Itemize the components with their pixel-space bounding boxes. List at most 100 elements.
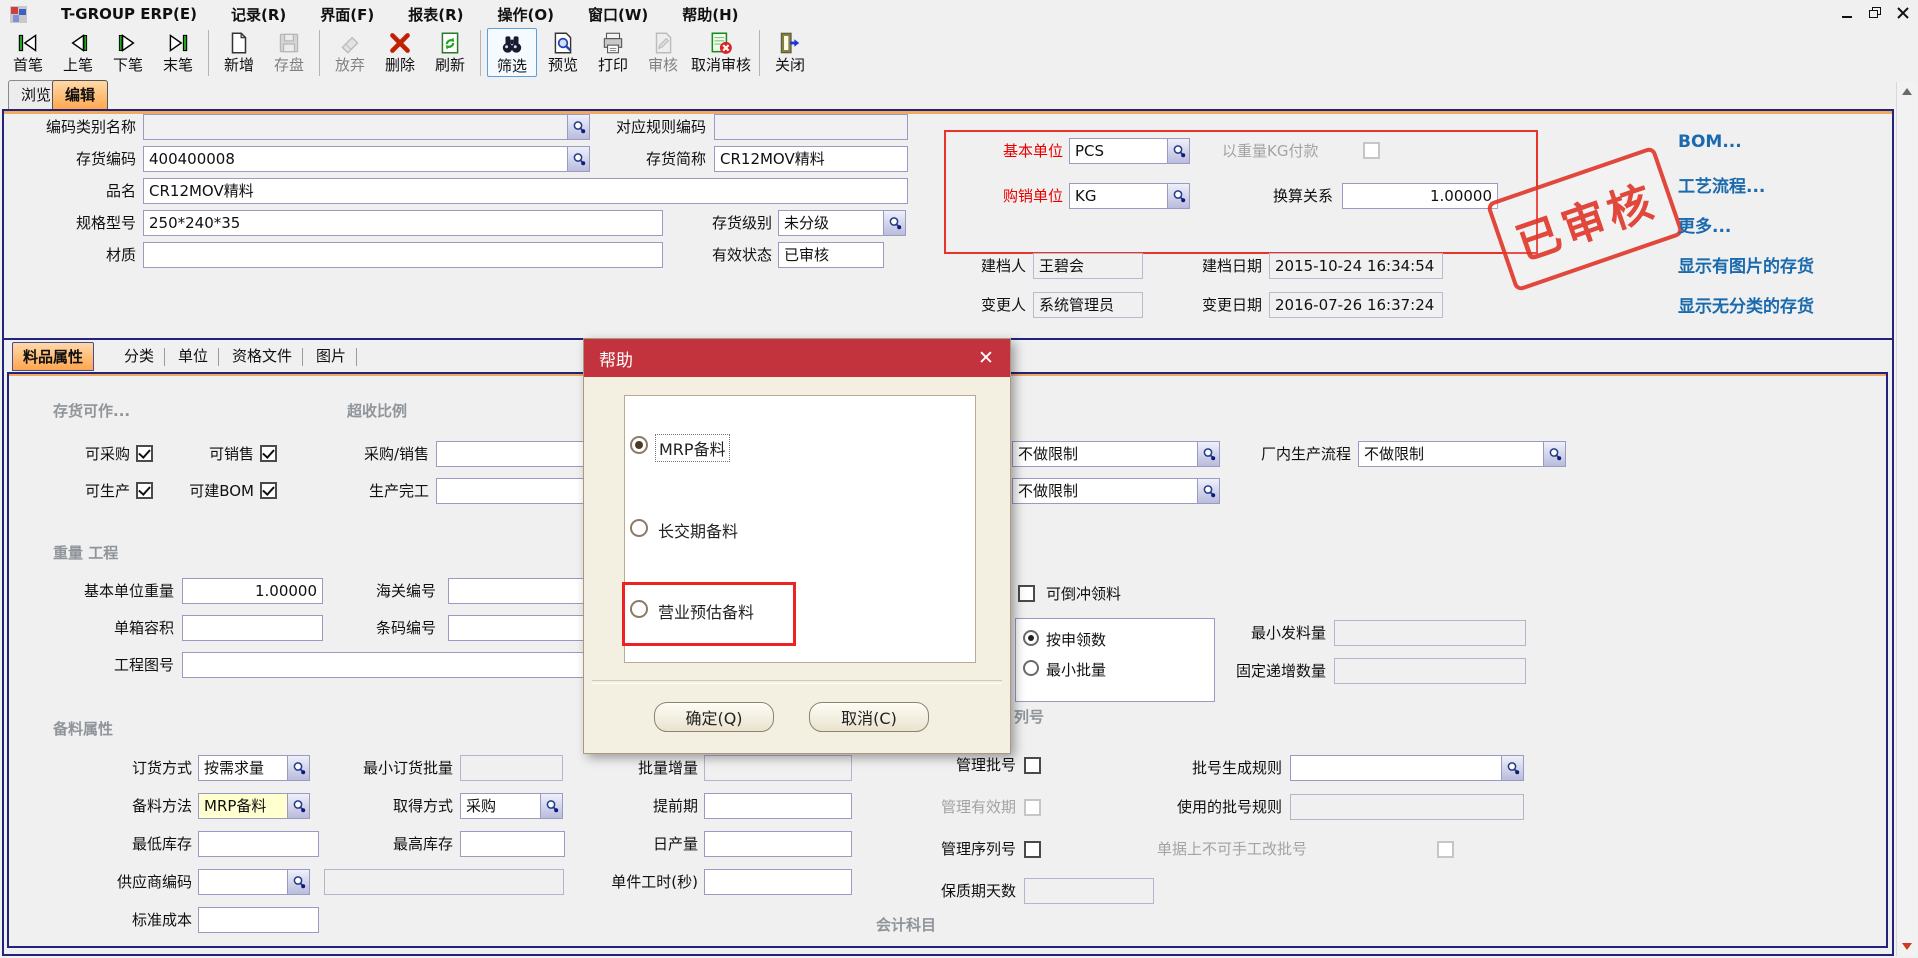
lookup-icon[interactable] bbox=[1197, 479, 1219, 503]
link-more[interactable]: 更多... bbox=[1678, 212, 1731, 237]
help-dialog-titlebar[interactable]: 帮助 bbox=[584, 339, 1010, 377]
lookup-icon[interactable] bbox=[1167, 184, 1189, 208]
sellable-checkbox[interactable] bbox=[260, 445, 277, 462]
menu-operation[interactable]: 操作(O) bbox=[498, 4, 554, 25]
subtab-item-attributes[interactable]: 料品属性 bbox=[12, 342, 94, 371]
item-code-field[interactable]: 400400008 bbox=[143, 146, 590, 172]
option-mrp-radio[interactable] bbox=[630, 436, 648, 454]
delete-x-icon bbox=[387, 29, 413, 57]
lookup-icon[interactable] bbox=[1167, 139, 1189, 163]
lookup-icon[interactable] bbox=[287, 870, 309, 894]
lookup-icon[interactable] bbox=[1501, 756, 1523, 780]
new-button[interactable]: 新增 bbox=[215, 28, 263, 75]
cancel-button[interactable]: 取消(C) bbox=[809, 702, 929, 732]
manage-serial-checkbox[interactable] bbox=[1024, 841, 1041, 858]
menu-record[interactable]: 记录(R) bbox=[231, 4, 286, 25]
subtab-qualification-files[interactable]: 资格文件 bbox=[222, 342, 302, 371]
purchasable-checkbox[interactable] bbox=[136, 445, 153, 462]
box-volume-field[interactable] bbox=[182, 615, 323, 641]
dialog-close-icon[interactable]: ✕ bbox=[974, 346, 998, 370]
acquire-mode-field[interactable]: 采购 bbox=[460, 793, 563, 819]
first-record-button[interactable]: 首笔 bbox=[4, 28, 52, 75]
minimize-icon[interactable] bbox=[1840, 6, 1854, 20]
over-production-field[interactable] bbox=[436, 478, 606, 504]
option-mrp-label[interactable]: MRP备料 bbox=[655, 434, 730, 462]
lookup-icon[interactable] bbox=[287, 756, 309, 780]
subtab-images[interactable]: 图片 bbox=[306, 342, 356, 371]
order-mode-field[interactable]: 按需求量 bbox=[198, 755, 310, 781]
over-purchase-sell-field[interactable] bbox=[436, 441, 606, 467]
lookup-icon[interactable] bbox=[883, 211, 905, 235]
code-category-field[interactable] bbox=[143, 114, 590, 140]
base-unit-weight-field[interactable]: 1.00000 bbox=[182, 578, 323, 604]
vertical-scrollbar[interactable] bbox=[1896, 82, 1917, 956]
delete-button[interactable]: 删除 bbox=[376, 28, 424, 75]
issue-by-request-radio[interactable] bbox=[1023, 630, 1039, 646]
lead-time-field[interactable] bbox=[704, 793, 852, 819]
link-process-flow[interactable]: 工艺流程... bbox=[1678, 172, 1765, 197]
max-stock-field[interactable] bbox=[460, 831, 565, 857]
base-unit-field[interactable]: PCS bbox=[1069, 138, 1190, 164]
option-long-lead-radio[interactable] bbox=[630, 519, 648, 537]
issue-min-batch-radio[interactable] bbox=[1023, 660, 1039, 676]
backflush-checkbox[interactable] bbox=[1018, 585, 1035, 602]
item-abbr-field[interactable]: CR12MOV精料 bbox=[714, 146, 908, 172]
option-long-lead-label[interactable]: 长交期备料 bbox=[655, 517, 741, 543]
scroll-down-icon[interactable] bbox=[1897, 936, 1917, 956]
customs-code-field[interactable] bbox=[448, 578, 598, 604]
toolbar-label: 刷新 bbox=[435, 57, 465, 74]
menu-report[interactable]: 报表(R) bbox=[408, 4, 463, 25]
producible-checkbox[interactable] bbox=[136, 482, 153, 499]
rule-code-field[interactable] bbox=[714, 114, 908, 140]
filter-button[interactable]: 筛选 bbox=[487, 28, 537, 77]
scroll-up-icon[interactable] bbox=[1897, 82, 1917, 102]
lookup-icon[interactable] bbox=[287, 794, 309, 818]
restriction-b-field[interactable]: 不做限制 bbox=[1012, 478, 1220, 504]
last-record-button[interactable]: 末笔 bbox=[154, 28, 202, 75]
factory-flow-field[interactable]: 不做限制 bbox=[1358, 441, 1566, 467]
drawing-no-field[interactable] bbox=[182, 652, 598, 678]
audit-icon bbox=[650, 29, 676, 57]
can-build-bom-checkbox[interactable] bbox=[260, 482, 277, 499]
link-show-unclassified-items[interactable]: 显示无分类的存货 bbox=[1678, 292, 1814, 317]
trade-unit-field[interactable]: KG bbox=[1069, 183, 1190, 209]
help-dialog-title: 帮助 bbox=[599, 346, 633, 371]
daily-output-field[interactable] bbox=[704, 831, 852, 857]
supplier-code-field[interactable] bbox=[198, 869, 310, 895]
link-show-items-with-images[interactable]: 显示有图片的存货 bbox=[1678, 252, 1814, 277]
creator-label: 建档人 bbox=[940, 253, 1026, 279]
unit-work-seconds-field[interactable] bbox=[704, 869, 852, 895]
lookup-icon[interactable] bbox=[540, 794, 562, 818]
item-level-field[interactable]: 未分级 bbox=[778, 210, 906, 236]
stock-method-field[interactable]: MRP备料 bbox=[198, 793, 310, 819]
batch-gen-rule-field[interactable] bbox=[1290, 755, 1524, 781]
menu-app[interactable]: T-GROUP ERP(E) bbox=[61, 5, 197, 23]
menu-interface[interactable]: 界面(F) bbox=[320, 4, 374, 25]
lookup-icon[interactable] bbox=[1543, 442, 1565, 466]
prev-record-button[interactable]: 上笔 bbox=[54, 28, 102, 75]
next-record-button[interactable]: 下笔 bbox=[104, 28, 152, 75]
cancel-audit-button[interactable]: 取消审核 bbox=[689, 28, 753, 75]
restriction-a-field[interactable]: 不做限制 bbox=[1012, 441, 1220, 467]
menu-window[interactable]: 窗口(W) bbox=[588, 4, 648, 25]
barcode-field[interactable] bbox=[448, 615, 598, 641]
manage-batch-checkbox[interactable] bbox=[1024, 757, 1041, 774]
item-name-field[interactable]: CR12MOV精料 bbox=[143, 178, 908, 204]
close-window-button[interactable]: 关闭 bbox=[766, 28, 814, 75]
preview-button[interactable]: 预览 bbox=[539, 28, 587, 75]
menu-help[interactable]: 帮助(H) bbox=[682, 4, 738, 25]
close-icon[interactable] bbox=[1896, 6, 1910, 20]
ok-button[interactable]: 确定(Q) bbox=[654, 702, 774, 732]
min-stock-field[interactable] bbox=[198, 831, 319, 857]
link-bom[interactable]: BOM... bbox=[1678, 132, 1742, 152]
conversion-field[interactable]: 1.00000 bbox=[1342, 183, 1498, 209]
std-cost-field[interactable] bbox=[198, 907, 319, 933]
restore-icon[interactable] bbox=[1868, 6, 1882, 20]
spec-model-field[interactable]: 250*240*35 bbox=[143, 210, 663, 236]
subtab-classification[interactable]: 分类 bbox=[114, 342, 164, 371]
print-button[interactable]: 打印 bbox=[589, 28, 637, 75]
refresh-button[interactable]: 刷新 bbox=[426, 28, 474, 75]
tab-edit[interactable]: 编辑 bbox=[52, 80, 108, 110]
material-field[interactable] bbox=[143, 242, 663, 268]
subtab-units[interactable]: 单位 bbox=[168, 342, 218, 371]
